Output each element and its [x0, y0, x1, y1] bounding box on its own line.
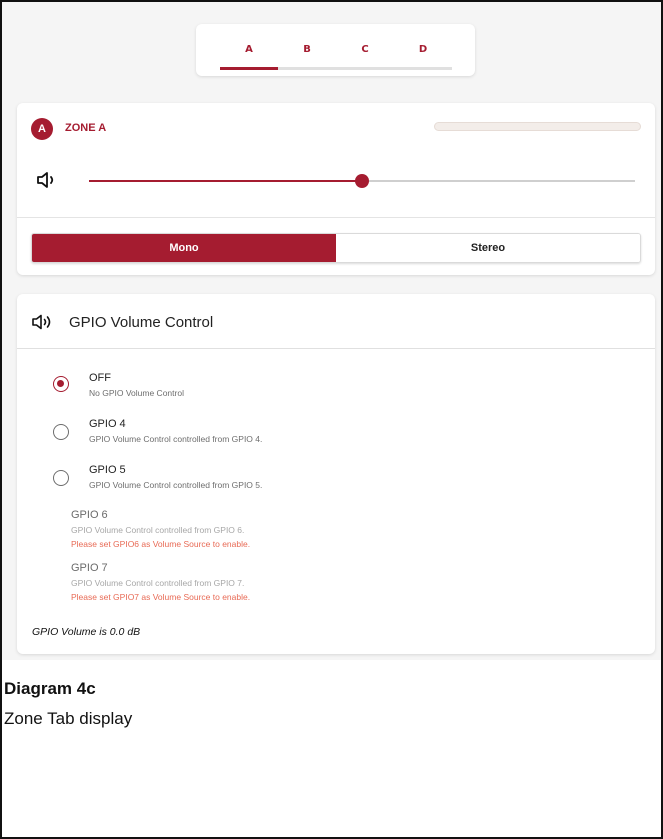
mono-stereo-toggle: Mono Stereo	[31, 233, 641, 263]
option-label: OFF	[89, 372, 111, 384]
volume-slider-thumb[interactable]	[355, 174, 369, 188]
zone-card: A ZONE A Mono Stereo	[17, 103, 655, 275]
volume-slider-fill	[89, 180, 362, 182]
zone-avatar: A	[31, 118, 53, 140]
divider	[17, 217, 655, 218]
option-warning: Please set GPIO7 as Volume Source to ena…	[71, 592, 251, 602]
option-description: GPIO Volume Control controlled from GPIO…	[71, 525, 245, 535]
volume-low-icon	[37, 172, 54, 188]
zone-name-field[interactable]	[434, 122, 641, 131]
radio-gpio-4[interactable]	[53, 424, 69, 440]
zone-title: ZONE A	[65, 122, 107, 134]
tab-d[interactable]: D	[394, 44, 452, 55]
option-description: No GPIO Volume Control	[89, 388, 184, 398]
option-description: GPIO Volume Control controlled from GPIO…	[71, 578, 245, 588]
divider	[17, 348, 655, 349]
option-description: GPIO Volume Control controlled from GPIO…	[89, 434, 263, 444]
radio-gpio-5[interactable]	[53, 470, 69, 486]
stereo-button[interactable]: Stereo	[336, 234, 640, 262]
volume-slider[interactable]	[89, 174, 635, 188]
gpio-volume-card: GPIO Volume Control OFF No GPIO Volume C…	[17, 294, 655, 654]
tab-a[interactable]: A	[220, 44, 278, 55]
gpio-card-title: GPIO Volume Control	[69, 314, 214, 331]
option-label: GPIO 4	[89, 418, 126, 430]
option-label: GPIO 5	[89, 464, 126, 476]
option-warning: Please set GPIO6 as Volume Source to ena…	[71, 539, 251, 549]
caption-subtitle: Zone Tab display	[4, 709, 133, 728]
option-description: GPIO Volume Control controlled from GPIO…	[89, 480, 263, 490]
radio-gpio-off[interactable]	[53, 376, 69, 392]
mono-button[interactable]: Mono	[32, 234, 336, 262]
caption-title: Diagram 4c	[4, 679, 96, 698]
tab-c[interactable]: C	[336, 44, 394, 55]
option-label-disabled: GPIO 6	[71, 509, 108, 521]
gpio-status-text: GPIO Volume is 0.0 dB	[32, 626, 141, 638]
tab-active-indicator	[220, 67, 278, 70]
tab-b[interactable]: B	[278, 44, 336, 55]
zone-tabs: A B C D	[196, 24, 475, 76]
option-label-disabled: GPIO 7	[71, 562, 108, 574]
volume-high-icon	[32, 314, 51, 330]
